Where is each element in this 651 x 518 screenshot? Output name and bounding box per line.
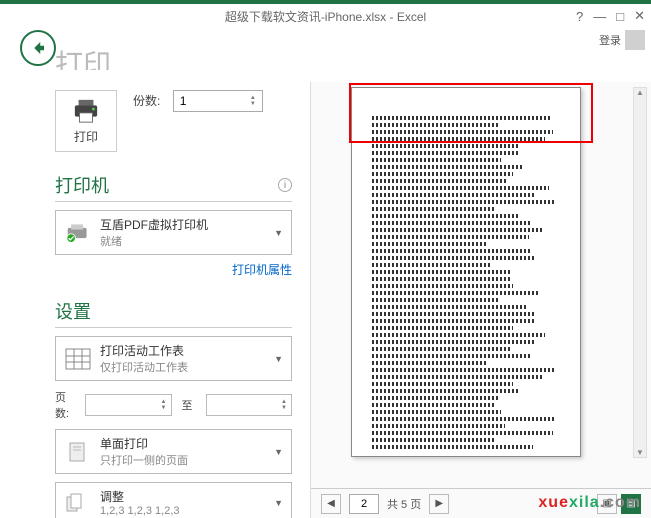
prev-page-button[interactable]: ◀ [321,494,341,514]
printer-device-icon [64,221,92,245]
single-side-icon [64,440,92,464]
annotation-box [349,83,593,143]
preview-pane: ▲▼ ◀ 共 5 页 ▶ ▣ ▤ [310,82,651,518]
help-icon[interactable]: ? [576,9,583,24]
printer-name: 互盾PDF虚拟打印机 [100,216,266,233]
page-to-input[interactable]: ▲▼ [206,394,293,416]
collate-dropdown[interactable]: 调整 1,2,3 1,2,3 1,2,3 ▼ [55,482,292,518]
copies-group: 份数: 1 ▲▼ [133,90,263,112]
chevron-down-icon: ▼ [274,228,283,238]
pages-to-label: 至 [182,397,196,413]
print-what-dropdown[interactable]: 打印活动工作表 仅打印活动工作表 ▼ [55,336,292,381]
copies-label: 份数: [133,94,160,108]
sides-dropdown[interactable]: 单面打印 只打印一侧的页面 ▼ [55,429,292,474]
avatar [625,30,645,50]
print-button-label: 打印 [74,128,98,145]
next-page-button[interactable]: ▶ [429,494,449,514]
close-button[interactable]: ✕ [634,8,645,24]
arrow-left-icon [29,39,47,57]
minimize-button[interactable]: — [593,9,606,24]
window-controls: ? — □ ✕ [576,8,645,24]
watermark: xuexila.com [538,494,641,512]
sheet-icon [64,347,92,371]
copies-input[interactable]: 1 ▲▼ [173,90,263,112]
page-from-input[interactable]: ▲▼ [85,394,172,416]
printer-status: 就绪 [100,233,266,249]
page-heading: 打印 [55,48,111,70]
sign-in[interactable]: 登录 [599,30,645,50]
printer-dropdown[interactable]: 互盾PDF虚拟打印机 就绪 ▼ [55,210,292,255]
sign-in-label: 登录 [599,32,621,48]
window-title: 超级下载软文资讯-iPhone.xlsx - Excel [225,8,426,25]
info-icon[interactable]: i [278,178,292,192]
printer-properties-link[interactable]: 打印机属性 [55,261,292,278]
page-number-input[interactable] [349,494,379,514]
printer-section-title: 打印机 i [55,172,292,202]
title-bar: 超级下载软文资讯-iPhone.xlsx - Excel ? — □ ✕ [0,0,651,28]
pages-label: 页数: [55,389,75,421]
printer-icon [71,98,101,124]
copies-spinner[interactable]: ▲▼ [250,95,256,107]
chevron-down-icon: ▼ [274,354,283,364]
page-range: 页数: ▲▼ 至 ▲▼ [55,389,292,421]
copies-value: 1 [180,94,187,108]
vertical-scrollbar[interactable]: ▲▼ [633,87,647,458]
settings-pane: 打印 份数: 1 ▲▼ 打印机 i 互盾PDF虚拟打印机 [0,82,310,518]
page-total: 共 5 页 [387,496,421,512]
maximize-button[interactable]: □ [616,9,624,24]
main-content: 打印 份数: 1 ▲▼ 打印机 i 互盾PDF虚拟打印机 [0,82,651,518]
back-button[interactable] [20,30,56,66]
print-row: 打印 份数: 1 ▲▼ [55,90,292,152]
collate-icon [64,491,92,515]
chevron-down-icon: ▼ [274,447,283,457]
settings-section-title: 设置 [55,298,292,328]
print-button[interactable]: 打印 [55,90,117,152]
chevron-down-icon: ▼ [274,498,283,508]
preview-area: ▲▼ [311,82,651,488]
